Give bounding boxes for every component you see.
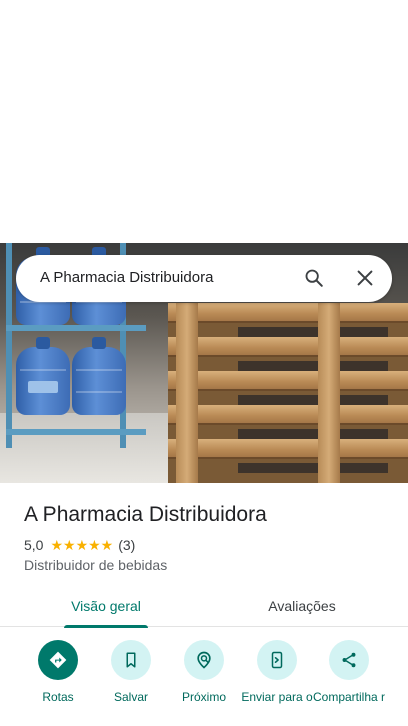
search-bar[interactable]: A Pharmacia Distribuidora (16, 255, 392, 302)
rating-stars: ★★★★★ (50, 537, 114, 553)
share-button[interactable]: Compartilha r (309, 640, 389, 704)
share-icon (329, 640, 369, 680)
tab-overview-label: Visão geral (71, 598, 141, 614)
nearby-icon (184, 640, 224, 680)
place-category: Distribuidor de bebidas (24, 557, 168, 573)
search-query-text[interactable]: A Pharmacia Distribuidora (40, 269, 213, 286)
send-to-phone-label: Enviar para o (241, 690, 313, 704)
tab-reviews-label: Avaliações (268, 598, 336, 614)
directions-icon (38, 640, 78, 680)
tab-reviews[interactable]: Avaliações (238, 585, 366, 627)
share-label: Compartilha r (312, 690, 386, 704)
rating-row[interactable]: 5,0 ★★★★★ (3) (24, 537, 135, 553)
rating-value: 5,0 (24, 537, 44, 553)
place-title: A Pharmacia Distribuidora (24, 503, 267, 526)
directions-label: Rotas (42, 690, 74, 704)
review-count: (3) (118, 537, 136, 553)
tab-overview[interactable]: Visão geral (42, 585, 170, 628)
place-tabs: Visão geral Avaliações (0, 585, 408, 628)
action-buttons: Rotas Salvar Próximo Enviar para o Compa… (0, 640, 408, 726)
send-to-phone-button[interactable]: Enviar para o (237, 640, 317, 704)
save-label: Salvar (113, 690, 148, 704)
directions-button[interactable]: Rotas (18, 640, 98, 704)
nearby-label: Próximo (181, 690, 226, 704)
save-button[interactable]: Salvar (91, 640, 171, 704)
tab-selected-indicator (64, 625, 148, 628)
send-to-phone-icon (257, 640, 297, 680)
bookmark-icon (111, 640, 151, 680)
nearby-button[interactable]: Próximo (164, 640, 244, 704)
close-icon[interactable] (354, 267, 376, 289)
map-area-blank (0, 0, 408, 243)
search-icon[interactable] (303, 267, 325, 289)
wooden-pallet (168, 303, 408, 483)
